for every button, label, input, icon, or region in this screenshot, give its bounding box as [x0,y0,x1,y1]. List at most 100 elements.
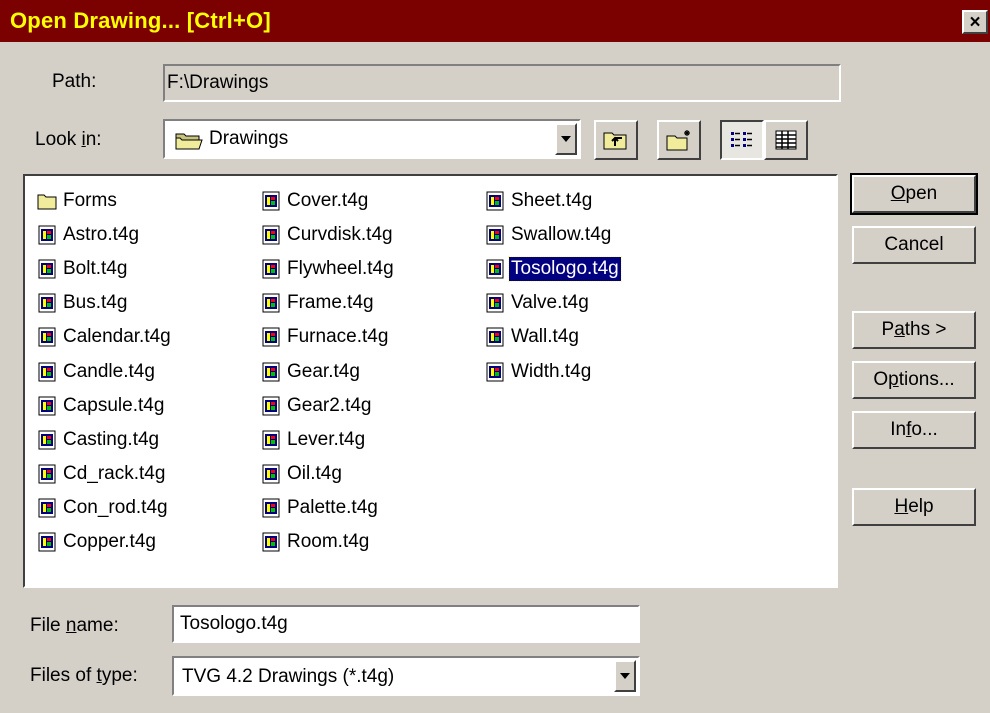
list-item-label: Bolt.t4g [63,258,128,280]
file-list[interactable]: Forms Astro.t4g Bolt.t4g Bus.t4g Calendar.t4… [23,174,838,588]
help-button-label: Help [894,496,934,517]
list-item[interactable]: Gear.t4g [257,354,396,388]
chevron-down-icon[interactable] [614,660,636,692]
file-column: Forms Astro.t4g Bolt.t4g Bus.t4g Calendar.t4… [33,184,173,559]
list-item-label: Valve.t4g [511,292,589,314]
list-view-button[interactable] [720,120,764,160]
cancel-button[interactable]: Cancel [852,226,976,264]
drawing-file-icon [37,532,57,552]
drawing-file-icon [485,191,505,211]
list-item[interactable]: Astro.t4g [33,218,173,252]
list-item-label: Curvdisk.t4g [287,224,393,246]
list-item-label: Lever.t4g [287,428,366,450]
drawing-file-icon [37,362,57,382]
list-item-label: Copper.t4g [63,530,156,552]
list-item[interactable]: Width.t4g [481,354,621,388]
list-item-label: Calendar.t4g [63,326,171,348]
help-button[interactable]: Help [852,488,976,526]
list-item[interactable]: Wall.t4g [481,320,621,354]
list-item[interactable]: Furnace.t4g [257,320,396,354]
title-bar: Open Drawing... [Ctrl+O] × [0,0,990,44]
file-type-dropdown[interactable]: TVG 4.2 Drawings (*.t4g) [172,656,640,696]
drawing-file-icon [37,498,57,518]
list-item-label: Palette.t4g [287,496,378,518]
path-label: Path: [52,71,97,92]
open-button[interactable]: Open [850,173,978,215]
drawing-file-icon [37,327,57,347]
list-item[interactable]: Con_rod.t4g [33,491,173,525]
list-item[interactable]: Palette.t4g [257,491,396,525]
list-item[interactable]: Flywheel.t4g [257,252,396,286]
list-item-label: Tosologo.t4g [508,256,622,283]
list-item[interactable]: Bus.t4g [33,286,173,320]
drawing-file-icon [37,225,57,245]
list-view-icon [731,132,752,147]
list-item-label: Astro.t4g [63,224,140,246]
drawing-file-icon [261,259,281,279]
drawing-file-icon [485,293,505,313]
drawing-file-icon [485,327,505,347]
list-item-label: Cd_rack.t4g [63,462,166,484]
drawing-file-icon [485,259,505,279]
list-item[interactable]: Swallow.t4g [481,218,621,252]
look-in-dropdown[interactable]: Drawings [163,119,581,159]
window-title: Open Drawing... [Ctrl+O] [10,8,271,33]
file-column: Sheet.t4g Swallow.t4g Tosologo.t4g Valve.t4… [481,184,622,389]
folder-icon [37,191,57,211]
list-item-label: Cover.t4g [287,190,369,212]
list-item[interactable]: Cd_rack.t4g [33,457,173,491]
list-item[interactable]: Tosologo.t4g [481,252,622,286]
list-item-label: Oil.t4g [287,462,342,484]
list-item-label: Furnace.t4g [287,326,389,348]
list-item[interactable]: Frame.t4g [257,286,396,320]
open-drawing-dialog: Open Drawing... [Ctrl+O] × Path: F:\Draw… [0,0,990,713]
drawing-file-icon [485,362,505,382]
look-in-label: Look in: [35,129,102,150]
options-button-label: Options... [873,369,955,390]
list-item-label: Con_rod.t4g [63,496,168,518]
drawing-file-icon [37,464,57,484]
list-item[interactable]: Copper.t4g [33,525,173,559]
list-item[interactable]: Calendar.t4g [33,320,173,354]
list-item[interactable]: Gear2.t4g [257,389,396,423]
close-button[interactable]: × [962,10,988,34]
cancel-button-label: Cancel [884,234,944,255]
list-item-label: Frame.t4g [287,292,374,314]
list-item[interactable]: Room.t4g [257,525,396,559]
list-item[interactable]: Casting.t4g [33,423,173,457]
list-item-label: Casting.t4g [63,428,160,450]
list-item[interactable]: Bolt.t4g [33,252,173,286]
drawing-file-icon [261,532,281,552]
list-item[interactable]: Sheet.t4g [481,184,621,218]
list-item-label: Bus.t4g [63,292,128,314]
list-item-label: Flywheel.t4g [287,258,394,280]
list-item[interactable]: Cover.t4g [257,184,396,218]
list-item[interactable]: Valve.t4g [481,286,621,320]
list-item-label: Gear.t4g [287,360,360,382]
up-one-level-button[interactable] [594,120,638,160]
paths-button[interactable]: Paths > [852,311,976,349]
file-name-input[interactable]: Tosologo.t4g [172,605,640,643]
file-name-value: Tosologo.t4g [180,613,288,634]
list-item[interactable]: Lever.t4g [257,423,396,457]
open-button-label: Open [890,183,938,204]
list-item[interactable]: Forms [33,184,173,218]
list-item-label: Room.t4g [287,530,370,552]
drawing-file-icon [485,225,505,245]
path-value: F:\Drawings [167,72,269,93]
up-folder-icon [603,132,627,150]
list-item[interactable]: Curvdisk.t4g [257,218,396,252]
file-name-label: File name: [30,615,119,636]
list-item[interactable]: Candle.t4g [33,354,173,388]
drawing-file-icon [37,293,57,313]
details-view-button[interactable] [764,120,808,160]
chevron-down-icon[interactable] [555,123,577,155]
list-item-label: Width.t4g [511,360,592,382]
list-item[interactable]: Capsule.t4g [33,389,173,423]
create-new-folder-button[interactable] [657,120,701,160]
drawing-file-icon [37,259,57,279]
options-button[interactable]: Options... [852,361,976,399]
info-button[interactable]: Info... [852,411,976,449]
list-item[interactable]: Oil.t4g [257,457,396,491]
drawing-file-icon [261,396,281,416]
